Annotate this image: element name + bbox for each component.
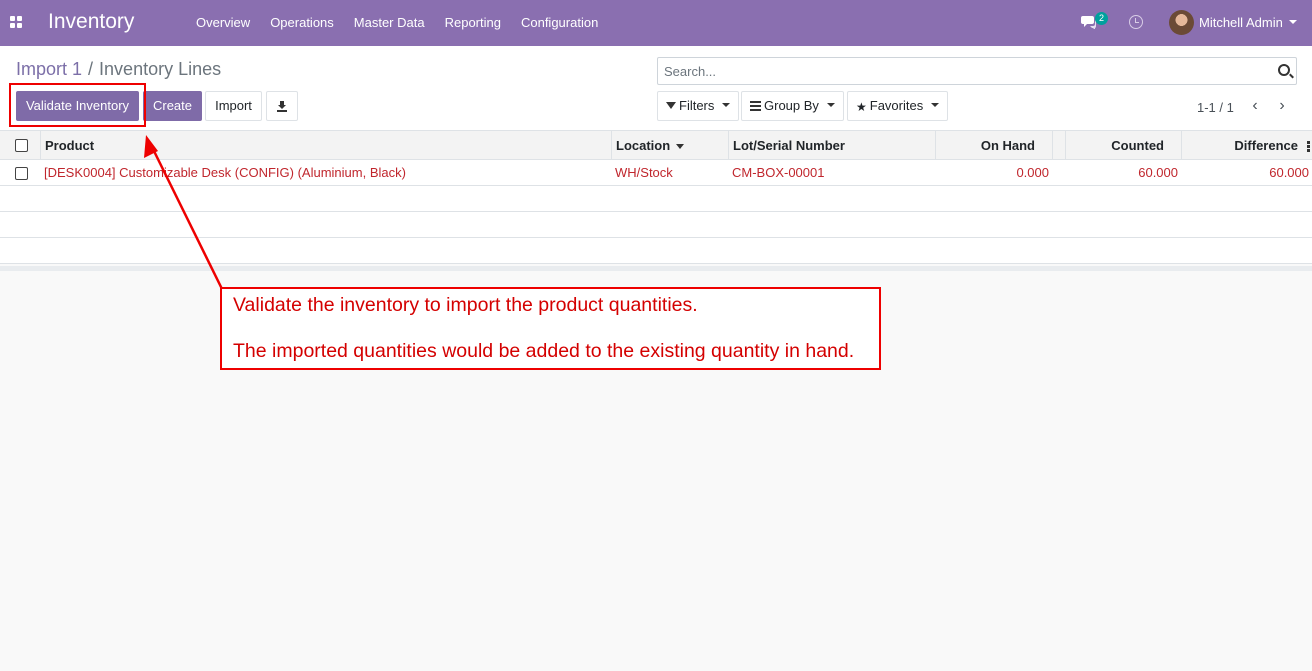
column-header-counted[interactable]: Counted	[1065, 131, 1182, 160]
user-name[interactable]: Mitchell Admin	[1199, 15, 1283, 30]
user-avatar[interactable]	[1169, 10, 1194, 35]
favorites-dropdown[interactable]: ★ Favorites	[847, 91, 949, 121]
filter-icon	[666, 102, 676, 110]
row-checkbox[interactable]	[15, 167, 28, 180]
main-menu: Overview Operations Master Data Reportin…	[186, 0, 608, 46]
pager-value[interactable]: 1-1 / 1	[1197, 100, 1234, 115]
chevron-down-icon	[722, 102, 731, 107]
star-icon: ★	[856, 99, 867, 114]
cell-on-hand: 0.000	[1016, 165, 1049, 180]
column-header-product[interactable]: Product	[40, 131, 612, 160]
top-navbar: Inventory Overview Operations Master Dat…	[0, 0, 1312, 46]
breadcrumb-parent-link[interactable]: Import 1	[16, 59, 82, 79]
breadcrumb-current: Inventory Lines	[99, 59, 222, 79]
column-header-lot[interactable]: Lot/Serial Number	[728, 131, 936, 160]
cell-product: [DESK0004] Customizable Desk (CONFIG) (A…	[44, 165, 406, 180]
menu-item-overview[interactable]: Overview	[186, 0, 260, 46]
app-title[interactable]: Inventory	[48, 10, 134, 34]
sort-desc-icon	[676, 144, 685, 150]
import-button[interactable]: Import	[205, 91, 262, 121]
favorites-label: Favorites	[869, 98, 924, 113]
activity-clock-icon[interactable]	[1129, 15, 1143, 29]
table-row[interactable]: [DESK0004] Customizable Desk (CONFIG) (A…	[0, 160, 1312, 186]
cell-difference: 60.000	[1269, 165, 1309, 180]
annotation-line-2: The imported quantities would be added t…	[233, 340, 855, 362]
annotation-line-1: Validate the inventory to import the pro…	[233, 294, 698, 316]
chevron-down-icon	[826, 102, 835, 107]
search-input[interactable]	[658, 58, 1258, 84]
download-icon	[277, 101, 287, 112]
pager-next-button[interactable]: ›	[1273, 97, 1291, 115]
table-header: Product Location Lot/Serial Number On Ha…	[0, 131, 1312, 160]
group-by-dropdown[interactable]: Group By	[741, 91, 844, 121]
menu-item-reporting[interactable]: Reporting	[435, 0, 511, 46]
empty-table-row	[0, 212, 1312, 238]
cell-lot: CM-BOX-00001	[732, 165, 825, 180]
control-panel: Import 1/Inventory Lines Validate Invent…	[0, 46, 1312, 131]
create-button[interactable]: Create	[143, 91, 202, 121]
cell-location: WH/Stock	[615, 165, 673, 180]
column-header-location[interactable]: Location	[611, 131, 729, 160]
menu-item-master-data[interactable]: Master Data	[344, 0, 435, 46]
column-header-on-hand[interactable]: On Hand	[935, 131, 1053, 160]
apps-menu-icon[interactable]	[10, 16, 23, 29]
column-header-spacer	[1052, 131, 1066, 160]
column-header-difference-label: Difference	[1234, 138, 1298, 153]
annotation-callout: Validate the inventory to import the pro…	[220, 287, 881, 370]
download-button[interactable]	[266, 91, 298, 121]
cell-counted: 60.000	[1138, 165, 1178, 180]
group-by-label: Group By	[764, 98, 819, 113]
select-all-checkbox[interactable]	[15, 139, 28, 152]
empty-table-row	[0, 238, 1312, 264]
pager-previous-button[interactable]: ‹	[1246, 97, 1264, 115]
menu-item-configuration[interactable]: Configuration	[511, 0, 608, 46]
filters-dropdown[interactable]: Filters	[657, 91, 740, 121]
empty-table-row	[0, 186, 1312, 212]
table-footer-bar	[0, 266, 1312, 271]
validate-highlight-box	[9, 83, 146, 127]
user-menu-caret-icon[interactable]	[1289, 20, 1297, 24]
menu-item-operations[interactable]: Operations	[260, 0, 344, 46]
filters-label: Filters	[679, 98, 715, 113]
chevron-down-icon	[931, 102, 940, 107]
breadcrumb-separator: /	[88, 59, 94, 79]
breadcrumb: Import 1 /Inventory Lines	[16, 59, 221, 80]
optional-columns-icon[interactable]	[1307, 141, 1310, 152]
column-header-location-label: Location	[616, 138, 671, 153]
messages-count-badge: 2	[1095, 12, 1109, 25]
column-header-difference[interactable]: Difference	[1181, 131, 1312, 160]
inventory-lines-table: Product Location Lot/Serial Number On Ha…	[0, 131, 1312, 264]
search-bar	[657, 57, 1297, 85]
search-icon[interactable]	[1278, 64, 1290, 76]
group-by-icon	[750, 100, 761, 111]
